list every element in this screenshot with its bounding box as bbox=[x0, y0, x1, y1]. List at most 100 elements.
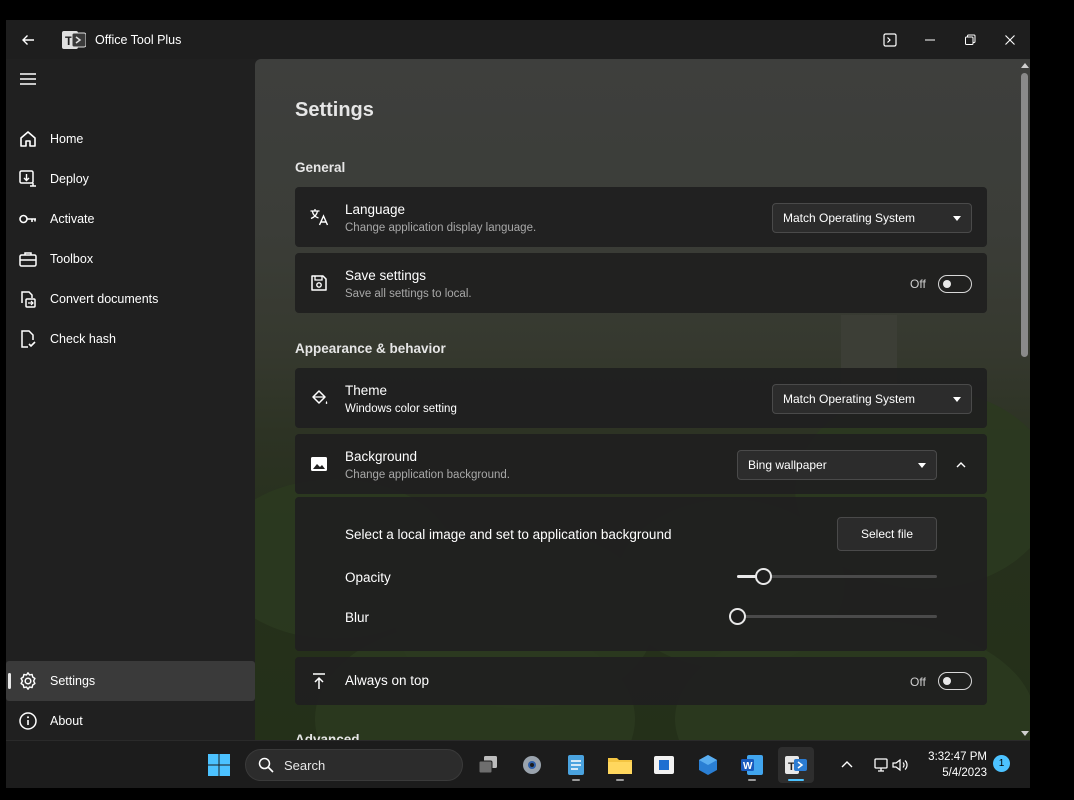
app-title: Office Tool Plus bbox=[95, 32, 182, 47]
settings-app-button[interactable] bbox=[514, 747, 550, 783]
paint-bucket-icon bbox=[309, 388, 329, 408]
nav-item-toolbox[interactable]: Toolbox bbox=[6, 239, 255, 279]
taskbar-clock[interactable]: 3:32:47 PM 5/4/2023 bbox=[928, 749, 987, 781]
active-indicator bbox=[788, 779, 804, 781]
language-dropdown[interactable]: Match Operating System bbox=[772, 203, 972, 233]
file-explorer-button[interactable] bbox=[602, 747, 638, 783]
language-dropdown-value: Match Operating System bbox=[783, 211, 916, 225]
selection-indicator bbox=[8, 673, 11, 689]
nav-item-check-hash[interactable]: Check hash bbox=[6, 319, 255, 359]
opacity-slider[interactable] bbox=[737, 568, 937, 585]
nav-item-label: Home bbox=[50, 132, 84, 146]
search-label: Search bbox=[284, 757, 326, 773]
theme-card: Theme Windows color setting Match Operat… bbox=[295, 368, 987, 428]
opacity-slider-thumb[interactable] bbox=[755, 568, 772, 585]
scroll-up-icon[interactable] bbox=[1021, 63, 1029, 68]
notification-badge[interactable]: 1 bbox=[993, 755, 1010, 772]
chevron-down-icon bbox=[953, 216, 961, 221]
nav-item-label: Deploy bbox=[50, 172, 89, 186]
nav-item-label: Check hash bbox=[50, 332, 117, 346]
home-icon bbox=[18, 129, 38, 149]
save-settings-toggle[interactable] bbox=[938, 275, 972, 293]
save-settings-card: Save settings Save all settings to local… bbox=[295, 253, 987, 313]
search-icon bbox=[258, 757, 274, 773]
app-window-icon bbox=[654, 756, 674, 774]
notepad-icon bbox=[568, 755, 584, 775]
running-indicator bbox=[616, 779, 624, 781]
system-tray-button[interactable] bbox=[864, 747, 918, 783]
minimize-button[interactable] bbox=[910, 20, 950, 59]
check-document-icon bbox=[18, 329, 38, 349]
clock-date: 5/4/2023 bbox=[942, 767, 987, 779]
language-title: Language bbox=[345, 202, 406, 217]
always-on-top-card: Always on top Off bbox=[295, 657, 987, 705]
taskbar-search[interactable]: Search bbox=[245, 749, 463, 781]
settings-content: Settings General Language Change applica… bbox=[255, 59, 1030, 740]
section-title-appearance: Appearance & behavior bbox=[295, 341, 446, 356]
menu-toggle-button[interactable] bbox=[18, 69, 38, 89]
section-title-general: General bbox=[295, 160, 346, 175]
always-on-top-toggle[interactable] bbox=[938, 672, 972, 690]
chevron-up-icon bbox=[841, 761, 853, 768]
background-card[interactable]: Background Change application background… bbox=[295, 434, 987, 494]
nav-item-activate[interactable]: Activate bbox=[6, 199, 255, 239]
restore-button[interactable] bbox=[950, 20, 990, 59]
section-title-advanced: Advanced bbox=[295, 732, 360, 740]
content-scrollbar[interactable] bbox=[1018, 59, 1030, 740]
background-dropdown[interactable]: Bing wallpaper bbox=[737, 450, 937, 480]
select-file-button[interactable]: Select file bbox=[837, 517, 937, 551]
theme-dropdown[interactable]: Match Operating System bbox=[772, 384, 972, 414]
deploy-icon bbox=[18, 169, 38, 189]
terminal-button[interactable] bbox=[870, 20, 910, 59]
blur-label: Blur bbox=[345, 610, 370, 625]
scroll-down-icon[interactable] bbox=[1021, 731, 1029, 736]
store-app-button[interactable] bbox=[646, 747, 682, 783]
word-icon: W bbox=[741, 755, 763, 775]
translate-icon bbox=[309, 207, 329, 227]
nav-item-settings[interactable]: Settings bbox=[6, 661, 255, 701]
scrollbar-thumb[interactable] bbox=[1021, 73, 1028, 357]
nav-item-deploy[interactable]: Deploy bbox=[6, 159, 255, 199]
task-view-button[interactable] bbox=[470, 747, 506, 783]
clock-time: 3:32:47 PM bbox=[928, 751, 987, 763]
office-tool-plus-button[interactable]: T bbox=[778, 747, 814, 783]
nav-item-convert-documents[interactable]: Convert documents bbox=[6, 279, 255, 319]
restore-icon bbox=[965, 34, 976, 45]
settings-app-icon bbox=[523, 756, 541, 774]
save-settings-title: Save settings bbox=[345, 268, 427, 283]
notepad-button[interactable] bbox=[558, 747, 594, 783]
always-on-top-state: Off bbox=[910, 675, 926, 689]
blur-slider-thumb[interactable] bbox=[729, 608, 746, 625]
image-icon bbox=[309, 454, 329, 474]
cube-icon bbox=[699, 755, 717, 775]
windows-taskbar: Search W T 3:32:47 PM 5/4/2023 1 bbox=[6, 740, 1030, 788]
show-hidden-icons-button[interactable] bbox=[829, 747, 865, 783]
start-button[interactable] bbox=[201, 747, 237, 783]
background-subtitle: Change application background. bbox=[345, 469, 510, 481]
chevron-down-icon bbox=[918, 463, 926, 468]
theme-title: Theme bbox=[345, 383, 388, 398]
back-button[interactable] bbox=[6, 20, 50, 59]
blur-slider[interactable] bbox=[729, 608, 937, 625]
close-button[interactable] bbox=[990, 20, 1030, 59]
always-on-top-title: Always on top bbox=[345, 673, 430, 688]
nav-item-home[interactable]: Home bbox=[6, 119, 255, 159]
info-icon bbox=[18, 711, 38, 731]
key-icon bbox=[18, 209, 38, 229]
minimize-icon bbox=[925, 39, 935, 40]
toolbox-icon bbox=[18, 249, 38, 269]
arrow-left-icon bbox=[22, 34, 34, 45]
hamburger-icon bbox=[20, 73, 36, 85]
task-view-icon bbox=[478, 756, 497, 774]
dev-tool-button[interactable] bbox=[690, 747, 726, 783]
folder-icon bbox=[608, 758, 632, 774]
network-icon bbox=[874, 758, 888, 772]
nav-item-label: Toolbox bbox=[50, 252, 94, 266]
background-dropdown-value: Bing wallpaper bbox=[748, 458, 827, 472]
nav-item-about[interactable]: About bbox=[6, 701, 255, 740]
chevron-up-icon[interactable] bbox=[954, 458, 968, 476]
background-title: Background bbox=[345, 449, 418, 464]
background-options-panel: Select a local image and set to applicat… bbox=[295, 497, 987, 651]
word-button[interactable]: W bbox=[734, 747, 770, 783]
theme-subtitle: Windows color setting bbox=[345, 403, 457, 415]
